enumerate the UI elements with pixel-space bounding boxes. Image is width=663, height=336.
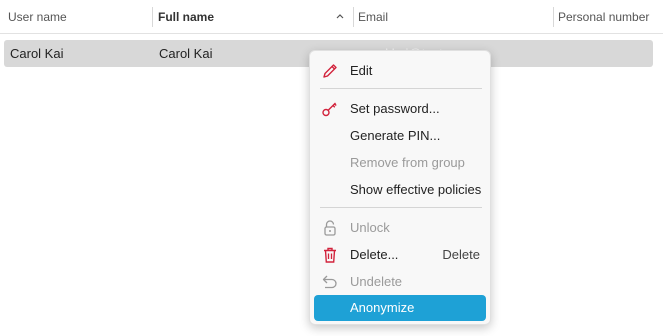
menu-item-set-password[interactable]: Set password... xyxy=(314,97,486,121)
menu-item-shortcut: Delete xyxy=(442,247,480,262)
menu-item-show-effective-policies[interactable]: Show effective policies xyxy=(314,178,486,202)
menu-item-label: Undelete xyxy=(350,274,403,289)
cell-user-name: Carol Kai xyxy=(10,46,64,61)
column-divider[interactable] xyxy=(152,7,153,27)
menu-item-label: Show effective policies xyxy=(350,182,482,197)
menu-item-delete[interactable]: Delete... Delete xyxy=(314,243,486,267)
menu-item-edit[interactable]: Edit xyxy=(314,59,486,83)
cell-full-name: Carol Kai xyxy=(159,46,213,61)
padlock-icon xyxy=(324,220,336,236)
menu-item-label: Unlock xyxy=(350,220,390,235)
menu-separator xyxy=(320,207,482,208)
column-divider[interactable] xyxy=(553,7,554,27)
undo-arrow-icon xyxy=(322,275,337,289)
menu-item-generate-pin[interactable]: Generate PIN... xyxy=(314,124,486,148)
column-header-full-name[interactable]: Full name xyxy=(158,0,214,34)
menu-item-unlock[interactable]: Unlock xyxy=(314,216,486,240)
chevron-up-icon[interactable] xyxy=(334,10,346,22)
menu-item-label: Delete... xyxy=(350,247,399,262)
trash-icon xyxy=(324,247,336,263)
key-icon xyxy=(322,102,337,117)
menu-item-anonymize[interactable]: Anonymize xyxy=(314,295,486,321)
menu-separator xyxy=(320,88,482,89)
column-header-user-name[interactable]: User name xyxy=(8,0,67,34)
menu-item-undelete[interactable]: Undelete xyxy=(314,270,486,294)
menu-item-remove-from-group[interactable]: Remove from group xyxy=(314,151,486,175)
column-header-personal-number[interactable]: Personal number xyxy=(558,0,649,34)
menu-item-label: Edit xyxy=(350,63,373,78)
context-menu: Edit Set password... Generate PIN... Rem… xyxy=(309,50,491,325)
column-divider[interactable] xyxy=(353,7,354,27)
pencil-icon xyxy=(323,64,337,78)
table-header: User name Full name Email Personal numbe… xyxy=(0,0,663,34)
column-header-email[interactable]: Email xyxy=(358,0,388,34)
menu-item-label: Generate PIN... xyxy=(350,128,441,143)
menu-item-label: Set password... xyxy=(350,101,440,116)
menu-item-label: Anonymize xyxy=(350,300,415,315)
menu-item-label: Remove from group xyxy=(350,155,465,170)
